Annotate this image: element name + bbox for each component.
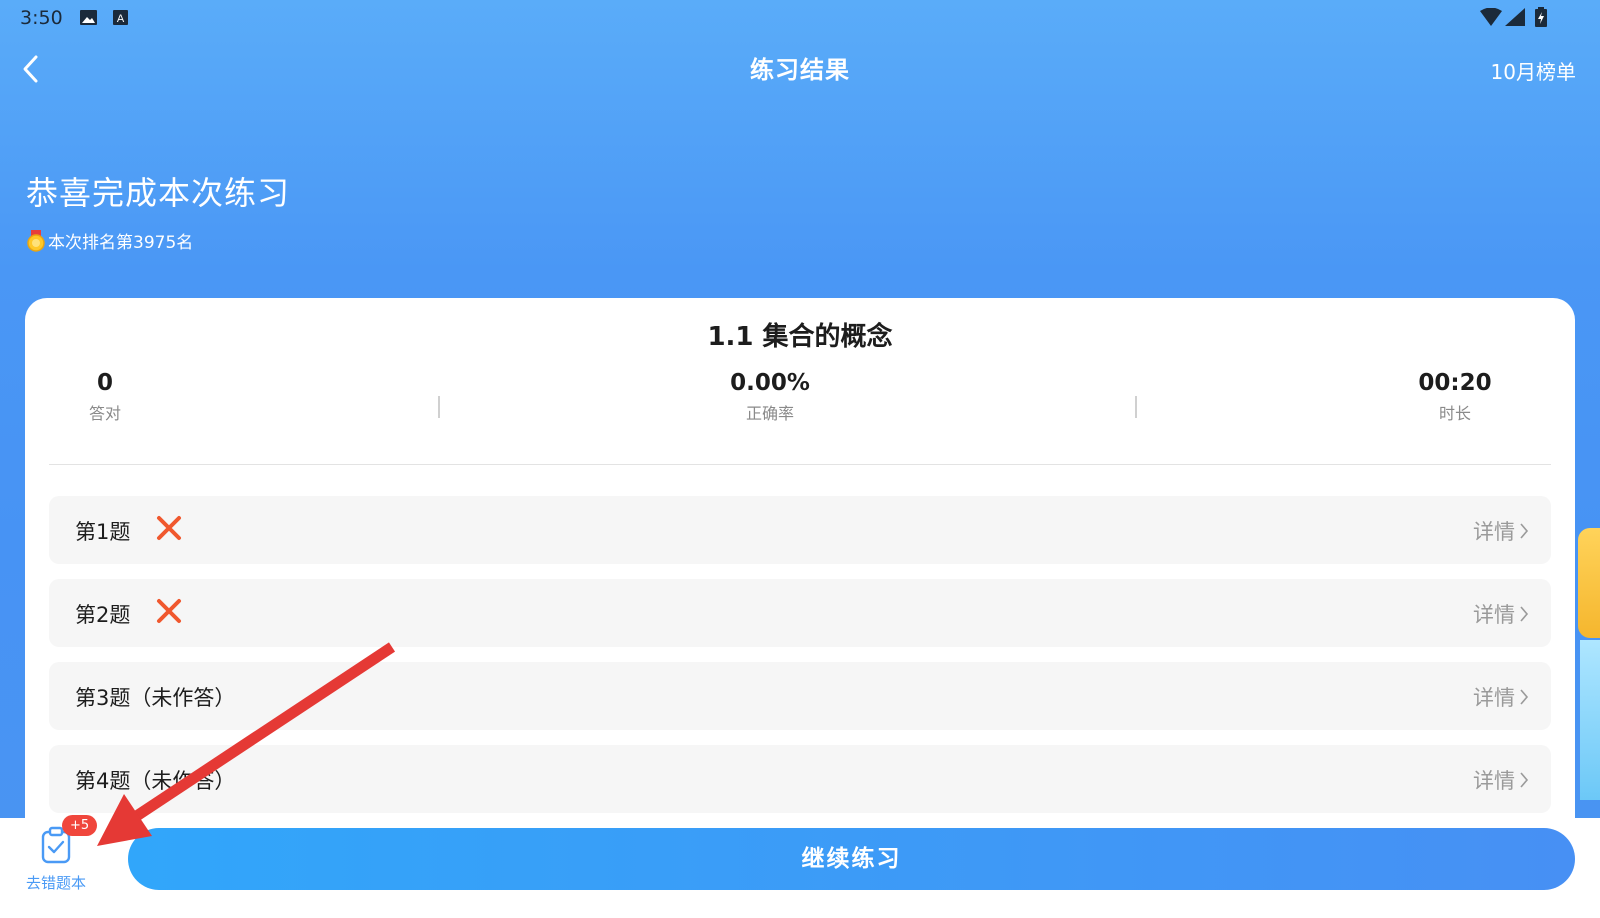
detail-link[interactable]: 详情 <box>1473 765 1529 795</box>
page-title: 练习结果 <box>750 56 850 84</box>
section-title: 1.1 集合的概念 <box>707 322 893 352</box>
status-bar: 3:50 A <box>0 0 1600 36</box>
stat-divider <box>438 396 440 418</box>
wrong-book-label: 去错题本 <box>26 874 87 892</box>
detail-link[interactable]: 详情 <box>1473 599 1529 629</box>
question-row-4[interactable]: 第4题（未作答） 详情 <box>49 745 1551 813</box>
signal-icon <box>1505 8 1525 26</box>
side-decoration-lower <box>1580 640 1600 800</box>
stat-label: 时长 <box>1438 404 1471 423</box>
rank-line: 本次排名第3975名 <box>26 228 193 253</box>
wrong-x-icon <box>157 599 181 623</box>
status-time: 3:50 <box>20 7 63 29</box>
wifi-icon <box>1480 8 1502 26</box>
stat-divider <box>1135 396 1137 418</box>
stat-correct: 0 答对 <box>65 370 145 424</box>
divider <box>49 464 1551 465</box>
chevron-right-icon <box>1520 606 1529 622</box>
wrong-x-icon <box>157 516 181 540</box>
question-row-3[interactable]: 第3题（未作答） 详情 <box>49 662 1551 730</box>
rank-text: 本次排名第3975名 <box>48 233 194 253</box>
chevron-right-icon <box>1520 523 1529 539</box>
congrats-heading: 恭喜完成本次练习 <box>26 174 291 212</box>
chevron-right-icon <box>1520 772 1529 788</box>
wrong-question-book-button[interactable]: 去错题本 <box>20 826 92 896</box>
image-icon <box>80 10 97 25</box>
question-label: 第2题 <box>75 603 131 627</box>
question-label: 第1题 <box>75 520 131 544</box>
continue-practice-button[interactable]: 继续练习 <box>128 828 1575 890</box>
stat-duration: 00:20 时长 <box>1405 370 1505 424</box>
monthly-leaderboard-link[interactable]: 10月榜单 <box>1491 56 1576 85</box>
battery-icon <box>1535 7 1547 27</box>
question-row-2[interactable]: 第2题 详情 <box>49 579 1551 647</box>
wrong-count-badge: +5 <box>62 815 98 836</box>
detail-label: 详情 <box>1473 769 1515 793</box>
detail-link[interactable]: 详情 <box>1473 682 1529 712</box>
detail-label: 详情 <box>1473 686 1515 710</box>
detail-label: 详情 <box>1473 520 1515 544</box>
svg-text:A: A <box>117 13 125 25</box>
stat-label: 正确率 <box>745 404 794 423</box>
medal-icon <box>27 229 45 252</box>
question-label: 第3题（未作答） <box>75 686 236 710</box>
detail-label: 详情 <box>1473 603 1515 627</box>
question-label: 第4题（未作答） <box>75 769 236 793</box>
chevron-right-icon <box>1520 689 1529 705</box>
stat-value: 00:20 <box>1418 370 1492 396</box>
detail-link[interactable]: 详情 <box>1473 516 1529 546</box>
stat-value: 0.00% <box>730 370 810 396</box>
stat-accuracy: 0.00% 正确率 <box>715 370 825 424</box>
stat-value: 0 <box>96 370 113 396</box>
a-box-icon: A <box>113 10 128 25</box>
side-decoration <box>1578 528 1600 638</box>
stat-label: 答对 <box>88 404 121 423</box>
question-row-1[interactable]: 第1题 详情 <box>49 496 1551 564</box>
